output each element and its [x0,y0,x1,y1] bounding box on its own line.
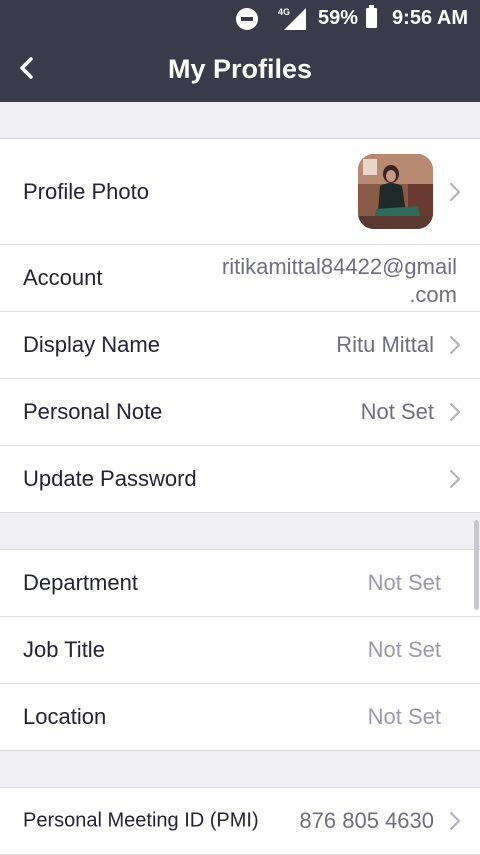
update-password-row[interactable]: Update Password [0,446,480,512]
job-title-label: Job Title [23,637,105,662]
location-label: Location [23,704,107,729]
job-title-row: Job Title Not Set [0,617,480,684]
display-name-row[interactable]: Display Name Ritu Mittal [0,312,480,379]
job-title-value: Not Set [367,637,441,662]
location-value: Not Set [367,704,441,729]
location-row: Location Not Set [0,684,480,750]
profile-photo-label: Profile Photo [23,178,149,204]
department-row: Department Not Set [0,550,480,617]
profile-group: Profile Photo Account ritikamittal84422@… [0,138,480,513]
display-name-label: Display Name [23,332,160,357]
personal-note-label: Personal Note [23,399,163,424]
chevron-right-icon [449,811,461,831]
personal-note-value: Not Set [360,399,434,424]
clock: 9:56 AM [392,7,468,29]
signal-icon [284,8,306,30]
title-bar: My Profiles [0,36,480,102]
account-label: Account [23,265,103,290]
battery-percent: 59% [318,7,359,29]
account-email-line2: .com [409,282,457,307]
battery-icon [366,5,377,28]
personal-note-row[interactable]: Personal Note Not Set [0,379,480,446]
account-email: ritikamittal84422@gmail .com [222,253,457,309]
chevron-right-icon [449,402,461,422]
organization-group: Department Not Set Job Title Not Set Loc… [0,549,480,751]
pmi-label: Personal Meeting ID (PMI) [23,809,259,832]
chevron-right-icon [449,469,461,489]
department-label: Department [23,570,138,595]
chevron-right-icon [449,182,461,202]
display-name-value: Ritu Mittal [336,332,434,357]
avatar[interactable] [358,154,433,229]
do-not-disturb-icon [236,8,258,30]
update-password-label: Update Password [23,466,197,491]
pmi-row[interactable]: Personal Meeting ID (PMI) 876 805 4630 [0,788,480,854]
profile-photo-row[interactable]: Profile Photo [0,139,480,245]
status-bar: 4G 59% 9:56 AM [0,0,480,36]
pmi-value: 876 805 4630 [299,808,434,833]
scrollbar[interactable] [474,520,479,610]
account-email-line1: ritikamittal84422@gmail [221,254,457,279]
account-row: Account ritikamittal84422@gmail .com [0,245,480,312]
page-title: My Profiles [167,54,313,84]
meeting-group: Personal Meeting ID (PMI) 876 805 4630 [0,787,480,855]
department-value: Not Set [367,570,441,595]
chevron-right-icon [449,335,461,355]
